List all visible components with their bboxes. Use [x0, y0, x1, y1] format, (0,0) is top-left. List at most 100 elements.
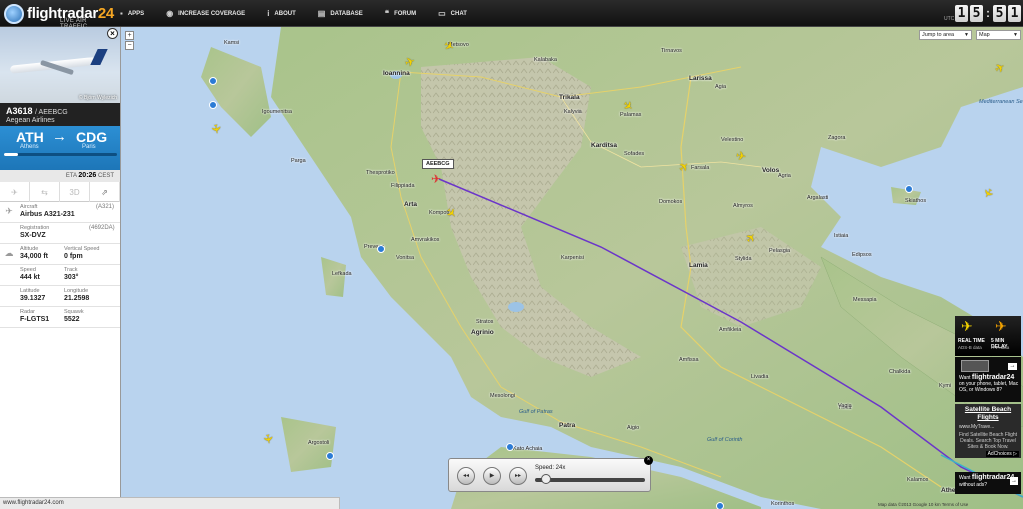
- place-label: Amfissa: [679, 357, 699, 363]
- flight-progress-bar: [4, 153, 117, 156]
- nav-item-forum[interactable]: ❝ FORUM: [385, 9, 416, 18]
- play-button[interactable]: ▶: [483, 467, 501, 485]
- zoom-out-button[interactable]: −: [125, 41, 134, 50]
- rewind-button[interactable]: ◂◂: [457, 467, 475, 485]
- airport-pin-icon[interactable]: [506, 443, 514, 451]
- flight-registration-id: / AEEBCG: [35, 109, 68, 116]
- place-label: Trikala: [559, 94, 580, 101]
- speed-value: 444 kt: [20, 274, 40, 281]
- zoom-control: + −: [125, 31, 134, 50]
- radar-label: Radar: [20, 309, 35, 315]
- flight-number: A3618: [6, 106, 33, 116]
- airport-pin-icon[interactable]: [905, 185, 913, 193]
- clock-digit: 1: [1008, 5, 1021, 22]
- nav-item-increase-coverage[interactable]: ◉ INCREASE COVERAGE: [166, 9, 245, 18]
- zoom-in-button[interactable]: +: [125, 31, 134, 40]
- ad-realtime-sub: ADS-B data: [958, 345, 982, 350]
- airport-pin-icon[interactable]: [716, 502, 724, 509]
- place-label: Tirnavos: [661, 48, 682, 54]
- place-label: Velestino: [721, 137, 744, 143]
- map-view[interactable]: Kamsi Metsovo Tirnavos Kalabaka Ioannina Lari…: [121, 27, 1023, 509]
- app-promo-ad[interactable]: → Want flightradar24 on your phone, tabl…: [955, 357, 1021, 402]
- place-label: Kalamos: [907, 477, 929, 483]
- aircraft-marker-icon[interactable]: ✈: [735, 148, 747, 164]
- place-label: Vonitsa: [396, 255, 415, 261]
- 3d-view-button[interactable]: 3D: [60, 182, 90, 202]
- app-promo-text: Want flightradar24 on your phone, tablet…: [959, 374, 1021, 393]
- place-label: Larissa: [689, 75, 712, 82]
- speed-slider[interactable]: [535, 474, 645, 484]
- registration-row: Registration SX-DVZ (4692DA): [0, 223, 120, 244]
- airport-pin-icon[interactable]: [209, 77, 217, 85]
- flight-header: A3618 / AEEBCG Aegean Airlines: [0, 103, 120, 126]
- place-label: Kymi: [939, 383, 952, 389]
- airport-pin-icon[interactable]: [377, 245, 385, 253]
- aircraft-photo[interactable]: © Björn Wylezich ×: [0, 27, 120, 103]
- place-label: Palamas: [620, 112, 642, 118]
- fast-forward-button[interactable]: ▸▸: [509, 467, 527, 485]
- remove-ads-promo[interactable]: Want flightradar24 without ads? →: [955, 472, 1021, 494]
- radar-row: Radar F-LGTS1 Squawk 5522: [0, 307, 120, 328]
- nav-item-apps[interactable]: ▪ APPS: [120, 9, 144, 18]
- map-type-select[interactable]: Map ▼: [976, 30, 1021, 40]
- adchoices-link[interactable]: AdChoices ▷: [985, 451, 1019, 457]
- aircraft-marker-icon[interactable]: ✈: [260, 433, 276, 445]
- nav-label: INCREASE COVERAGE: [178, 10, 246, 17]
- aircraft-marker-icon[interactable]: ✈: [208, 123, 224, 135]
- close-playback-button[interactable]: ×: [644, 456, 653, 465]
- nav-item-chat[interactable]: ▭ CHAT: [438, 9, 467, 18]
- route-arrow-icon: →: [52, 128, 67, 145]
- clock-digit: 1: [955, 5, 968, 22]
- speed-label: Speed: 24x: [535, 465, 566, 471]
- place-label: Arta: [404, 201, 418, 208]
- nav-item-about[interactable]: i ABOUT: [267, 9, 296, 18]
- place-label: Skiathos: [905, 198, 927, 204]
- speed-slider-handle[interactable]: [540, 474, 551, 484]
- airport-pin-icon[interactable]: [209, 101, 217, 109]
- ad-url[interactable]: www.MyTrave...: [959, 424, 994, 430]
- map-attribution[interactable]: Map data ©2013 Google 10 km Terms of Use: [878, 502, 968, 507]
- route-icon[interactable]: ⇆: [30, 182, 60, 202]
- registration-label: Registration: [20, 225, 50, 231]
- info-icon: i: [267, 9, 270, 18]
- share-icon[interactable]: ⇗: [90, 182, 120, 202]
- logo[interactable]: flightradar24 LIVE AIR TRAFFIC: [4, 2, 114, 30]
- place-label: Parga: [291, 158, 306, 164]
- squawk-value: 5522: [64, 316, 80, 323]
- altitude-row: ☁ Altitude 34,000 ft Vertical Speed 0 fpm: [0, 244, 120, 265]
- arrow-right-icon[interactable]: →: [1010, 477, 1018, 485]
- place-label: Pelasgia: [769, 248, 791, 254]
- realtime-ad[interactable]: ✈ ✈ REAL TIME 5 MIN DELAY ADS-B data FAA…: [955, 316, 1021, 356]
- photo-credit: © Björn Wylezich: [78, 95, 117, 101]
- ad-delay-sub: FAA data: [991, 345, 1010, 350]
- selected-flight-label[interactable]: AEEBCG: [422, 159, 454, 169]
- airport-pin-icon[interactable]: [326, 452, 334, 460]
- place-label: Messapia: [853, 297, 877, 303]
- sea-label: Mediterranean Sea: [979, 99, 1023, 105]
- main-nav: ▪ APPS ◉ INCREASE COVERAGE i ABOUT ▤ DATABASE ❝ F…: [120, 0, 489, 27]
- airplane-icon[interactable]: ✈: [0, 182, 30, 202]
- jump-to-area-select[interactable]: Jump to area ▼: [919, 30, 972, 40]
- route-panel: ATH → CDG Athens Paris: [0, 126, 120, 170]
- selected-aircraft-icon[interactable]: ✈: [431, 173, 441, 185]
- plane-icon: ✈: [961, 318, 973, 334]
- place-label: Volos: [762, 167, 780, 174]
- place-label: Zagora: [828, 135, 846, 141]
- flight-progress-fill: [4, 153, 18, 156]
- ad-title-link[interactable]: Satellite Beach Flights: [955, 406, 1021, 422]
- arrow-right-icon[interactable]: →: [1008, 363, 1017, 370]
- origin-code[interactable]: ATH: [16, 129, 44, 145]
- place-label: Edipsos: [852, 252, 872, 258]
- satellite-beach-ad[interactable]: Satellite Beach Flights www.MyTrave... F…: [955, 404, 1021, 458]
- ad-brand: flightradar24: [971, 374, 1015, 381]
- chevron-down-icon: ▼: [964, 32, 969, 38]
- plane-icon: ✈: [5, 206, 13, 216]
- destination-code[interactable]: CDG: [76, 129, 107, 145]
- place-label: Patra: [559, 422, 576, 429]
- place-label: Amvrakikos: [411, 237, 440, 243]
- nav-item-database[interactable]: ▤ DATABASE: [318, 9, 363, 18]
- place-label: Karpenisi: [561, 255, 584, 261]
- track-value: 303°: [64, 274, 79, 281]
- cloud-icon: ☁: [4, 248, 14, 258]
- close-sidebar-button[interactable]: ×: [107, 28, 118, 39]
